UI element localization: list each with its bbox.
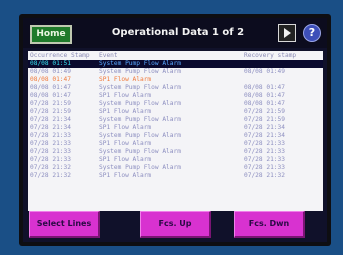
table-row[interactable]: 07/28 21:32 SP1 Flow Alarm 07/28 21:32 — [28, 172, 323, 180]
table-row[interactable]: 08/08 01:47 SP1 Flow Alarm — [28, 76, 323, 84]
play-right-icon — [284, 28, 291, 38]
row-recovery: 07/28 21:33 — [244, 148, 285, 155]
row-event: System Pump Flow Alarm — [99, 164, 181, 171]
row-recovery: 07/28 21:34 — [244, 132, 285, 139]
column-header-occurrence: Occurrence Stamp — [30, 52, 90, 59]
select-lines-button[interactable]: Select Lines — [29, 211, 100, 238]
screen-header: Home Operational Data 1 of 2 ? — [23, 18, 327, 48]
row-recovery: 07/28 21:33 — [244, 156, 285, 163]
table-row[interactable]: 07/28 21:34 SP1 Flow Alarm 07/28 21:34 — [28, 124, 323, 132]
row-event: SP1 Flow Alarm — [99, 140, 152, 147]
row-recovery: 07/28 21:33 — [244, 164, 285, 171]
row-recovery: 07/28 21:59 — [244, 116, 285, 123]
column-header-recovery: Recovery stamp — [244, 52, 297, 59]
table-row[interactable]: 07/28 21:33 SP1 Flow Alarm 07/28 21:33 — [28, 156, 323, 164]
table-row[interactable]: 07/28 21:34 System Pump Flow Alarm 07/28 2… — [28, 116, 323, 124]
row-recovery: 08/08 01:47 — [244, 92, 285, 99]
hmi-screen: Home Operational Data 1 of 2 ? Occurrenc… — [23, 18, 327, 242]
row-event: SP1 Flow Alarm — [99, 76, 152, 83]
table-row[interactable]: 07/28 21:33 SP1 Flow Alarm 07/28 21:33 — [28, 140, 323, 148]
row-recovery: 08/08 01:49 — [244, 68, 285, 75]
row-stamp: 08/08 01:51 — [30, 60, 71, 67]
row-stamp: 07/28 21:34 — [30, 124, 71, 131]
table-row[interactable]: 08/08 01:51 System Pump Flow Alarm — [28, 60, 323, 68]
row-stamp: 07/28 21:33 — [30, 148, 71, 155]
table-row[interactable]: 07/28 21:59 SP1 Flow Alarm 07/28 21:59 — [28, 108, 323, 116]
row-stamp: 08/08 01:47 — [30, 84, 71, 91]
next-page-button[interactable] — [278, 24, 296, 42]
row-stamp: 07/28 21:34 — [30, 116, 71, 123]
row-recovery: 07/28 21:32 — [244, 172, 285, 179]
alarm-list[interactable]: Occurrence Stamp Event Recovery stamp 08… — [28, 51, 323, 211]
page-title: Operational Data 1 of 2 — [111, 27, 245, 38]
row-event: System Pump Flow Alarm — [99, 132, 181, 139]
function-bar: Select Lines Fcs. Up Fcs. Dwn — [23, 211, 327, 242]
row-stamp: 07/28 21:32 — [30, 172, 71, 179]
row-event: SP1 Flow Alarm — [99, 156, 152, 163]
focus-down-button[interactable]: Fcs. Dwn — [234, 211, 305, 238]
column-header-event: Event — [99, 52, 118, 59]
row-event: SP1 Flow Alarm — [99, 124, 152, 131]
row-event: System Pump Flow Alarm — [99, 148, 181, 155]
row-recovery: 07/28 21:33 — [244, 140, 285, 147]
help-button[interactable]: ? — [303, 24, 321, 42]
row-stamp: 08/08 01:47 — [30, 92, 71, 99]
row-stamp: 08/08 01:47 — [30, 76, 71, 83]
row-stamp: 07/28 21:33 — [30, 156, 71, 163]
row-stamp: 08/08 01:49 — [30, 68, 71, 75]
row-stamp: 07/28 21:32 — [30, 164, 71, 171]
row-stamp: 07/28 21:59 — [30, 100, 71, 107]
table-row[interactable]: 08/08 01:47 System Pump Flow Alarm 08/08 0… — [28, 84, 323, 92]
table-row[interactable]: 07/28 21:32 System Pump Flow Alarm 07/28 2… — [28, 164, 323, 172]
row-event: System Pump Flow Alarm — [99, 68, 181, 75]
row-stamp: 07/28 21:33 — [30, 140, 71, 147]
table-row[interactable]: 07/28 21:59 System Pump Flow Alarm 08/08 0… — [28, 100, 323, 108]
row-event: SP1 Flow Alarm — [99, 108, 152, 115]
table-row[interactable]: 08/08 01:47 SP1 Flow Alarm 08/08 01:47 — [28, 92, 323, 100]
row-event: System Pump Flow Alarm — [99, 84, 181, 91]
row-event: SP1 Flow Alarm — [99, 92, 152, 99]
row-event: System Pump Flow Alarm — [99, 116, 181, 123]
row-recovery: 08/08 01:47 — [244, 100, 285, 107]
row-recovery: 07/28 21:34 — [244, 124, 285, 131]
focus-up-button[interactable]: Fcs. Up — [140, 211, 211, 238]
row-recovery: 07/28 21:59 — [244, 108, 285, 115]
table-row[interactable]: 07/28 21:33 System Pump Flow Alarm 07/28 2… — [28, 132, 323, 140]
home-button[interactable]: Home — [30, 25, 72, 44]
table-row[interactable]: 08/08 01:49 System Pump Flow Alarm 08/08 0… — [28, 68, 323, 76]
row-stamp: 07/28 21:59 — [30, 108, 71, 115]
list-header: Occurrence Stamp Event Recovery stamp — [28, 51, 323, 60]
row-recovery: 08/08 01:47 — [244, 84, 285, 91]
table-row[interactable]: 07/28 21:33 System Pump Flow Alarm 07/28 2… — [28, 148, 323, 156]
row-event: SP1 Flow Alarm — [99, 172, 152, 179]
row-stamp: 07/28 21:33 — [30, 132, 71, 139]
row-event: System Pump Flow Alarm — [99, 100, 181, 107]
row-event: System Pump Flow Alarm — [99, 60, 181, 67]
